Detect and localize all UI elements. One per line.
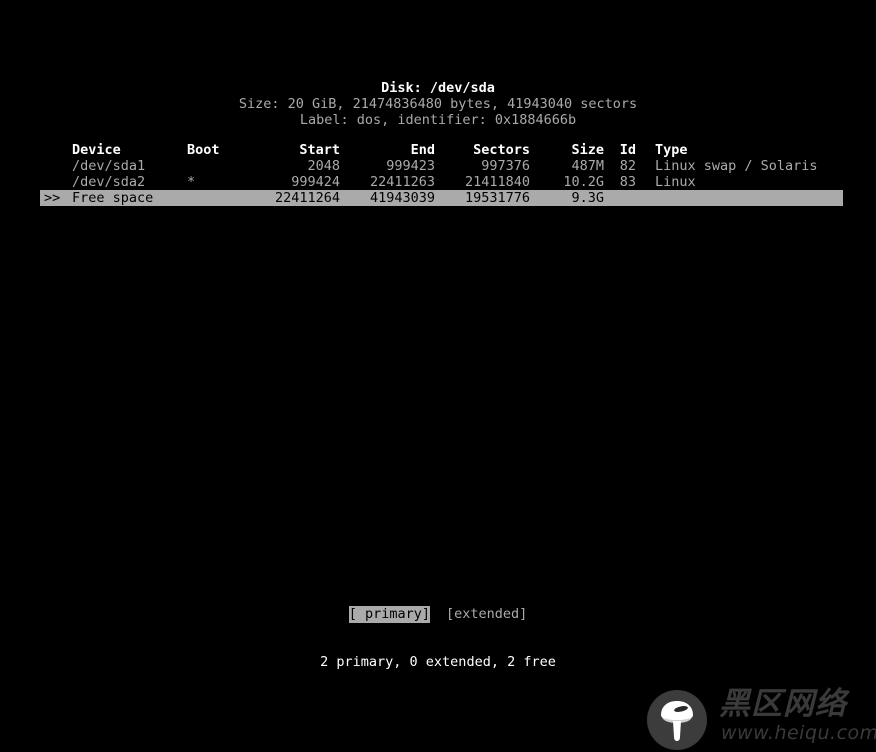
action-menu: [ primary] [extended] xyxy=(0,606,876,623)
cell-id xyxy=(586,190,636,206)
cell-device: Free space xyxy=(72,190,154,206)
disk-size-line: Size: 20 GiB, 21474836480 bytes, 4194304… xyxy=(238,96,638,112)
terminal-screen: Disk: /dev/sda Size: 20 GiB, 21474836480… xyxy=(0,0,876,752)
cell-type: Linux swap / Solaris xyxy=(655,158,818,174)
watermark-site-name: 黑区网络 xyxy=(719,686,847,722)
mushroom-icon xyxy=(661,701,693,741)
column-header-id: Id xyxy=(619,142,636,158)
watermark-url: www.heiqu.com xyxy=(721,722,876,744)
table-header-row: Device Boot Start End Sectors Size Id Ty… xyxy=(0,142,876,158)
table-row-selected[interactable]: >> Free space 22411264 41943039 19531776… xyxy=(0,190,876,206)
cell-id: 82 xyxy=(619,158,636,174)
cell-id: 83 xyxy=(619,174,636,190)
column-header-type: Type xyxy=(655,142,688,158)
row-selection-marker: >> xyxy=(44,190,61,206)
column-header-device: Device xyxy=(72,142,121,158)
menu-button-extended[interactable]: [extended] xyxy=(446,606,527,623)
cell-device: /dev/sda2 xyxy=(72,174,146,190)
cell-size: 10.2G xyxy=(563,174,604,190)
disk-title: Disk: /dev/sda xyxy=(381,80,495,96)
table-row[interactable]: /dev/sda2 * 999424 22411263 21411840 10.… xyxy=(0,174,876,190)
watermark: 黑区网络 www.heiqu.com xyxy=(643,686,876,752)
cell-size: 9.3G xyxy=(571,190,604,206)
disk-label-line: Label: dos, identifier: 0x1884666b xyxy=(299,112,577,128)
table-row[interactable]: /dev/sda1 2048 999423 997376 487M 82 Lin… xyxy=(0,158,876,174)
menu-button-primary[interactable]: [ primary] xyxy=(348,606,430,623)
partition-table: Device Boot Start End Sectors Size Id Ty… xyxy=(0,142,876,206)
column-header-size: Size xyxy=(571,142,604,158)
cell-device: /dev/sda1 xyxy=(72,158,146,174)
status-summary: 2 primary, 0 extended, 2 free xyxy=(320,654,556,670)
cell-type: Linux xyxy=(655,174,696,190)
cell-size: 487M xyxy=(571,158,604,174)
